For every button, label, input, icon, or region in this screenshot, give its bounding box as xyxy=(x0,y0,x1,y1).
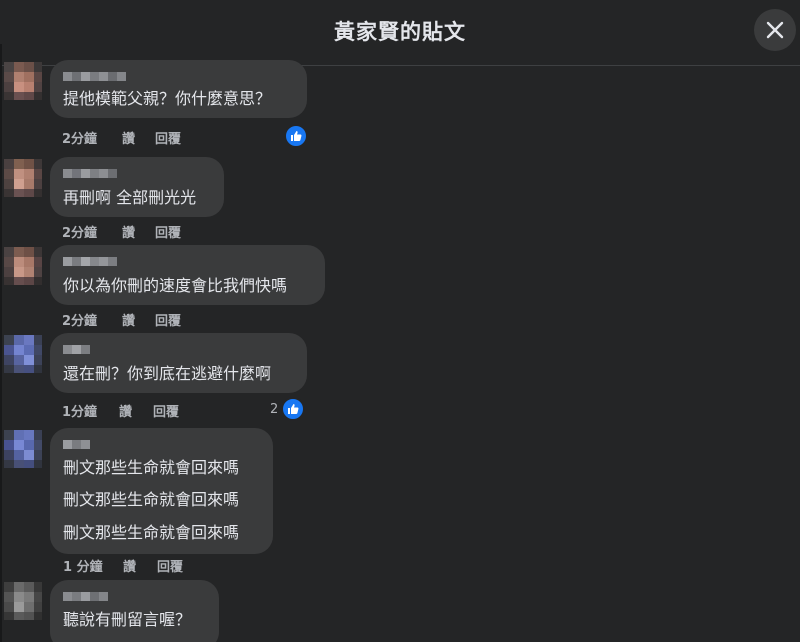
reply-button[interactable]: 回覆 xyxy=(157,556,183,575)
reply-button[interactable]: 回覆 xyxy=(153,401,179,420)
avatar[interactable] xyxy=(4,247,42,285)
blurred-author-name[interactable] xyxy=(63,69,133,81)
like-button[interactable]: 讚 xyxy=(122,128,135,147)
comment-text: 你以為你刪的速度會比我們快嗎 xyxy=(63,276,288,295)
comment-text: 再刪啊 全部刪光光 xyxy=(63,188,197,207)
comment-bubble: 還在刪？你到底在逃避什麼啊 xyxy=(50,333,307,393)
close-icon xyxy=(766,21,784,39)
close-button[interactable] xyxy=(754,9,796,51)
like-button[interactable]: 讚 xyxy=(122,310,135,329)
avatar[interactable] xyxy=(4,62,42,100)
comment-time[interactable]: 1分鐘 xyxy=(62,401,97,420)
comment-text-line: 刪文那些生命就會回來嗎 xyxy=(63,523,240,542)
comment-bubble: 再刪啊 全部刪光光 xyxy=(50,157,224,217)
blurred-author-name[interactable] xyxy=(63,589,111,601)
comment-time[interactable]: 2分鐘 xyxy=(62,128,97,147)
comment-text-line: 刪文那些生命就會回來嗎 xyxy=(63,458,240,477)
avatar[interactable] xyxy=(4,159,42,197)
dialog-title: 黃家賢的貼文 xyxy=(334,20,466,44)
like-button[interactable]: 讚 xyxy=(119,401,132,420)
comment-text-line: 刪文那些生命就會回來嗎 xyxy=(63,490,240,509)
scroll-edge xyxy=(0,44,2,642)
comment-bubble: 刪文那些生命就會回來嗎 刪文那些生命就會回來嗎 刪文那些生命就會回來嗎 xyxy=(50,428,273,554)
avatar[interactable] xyxy=(4,430,42,468)
blurred-author-name[interactable] xyxy=(63,254,117,266)
comment-text: 提他模範父親？你什麼意思？ xyxy=(63,89,272,108)
comment-bubble: 你以為你刪的速度會比我們快嗎 xyxy=(50,245,325,305)
like-reaction-icon xyxy=(281,397,305,421)
avatar[interactable] xyxy=(4,335,42,373)
avatar[interactable] xyxy=(4,582,42,620)
comment-time[interactable]: 2分鐘 xyxy=(62,310,97,329)
dialog-header: 黃家賢的貼文 xyxy=(0,0,800,66)
comment-text: 還在刪？你到底在逃避什麼啊 xyxy=(63,364,272,383)
like-button[interactable]: 讚 xyxy=(123,556,136,575)
comment-bubble: 提他模範父親？你什麼意思？ xyxy=(50,60,307,118)
reply-button[interactable]: 回覆 xyxy=(155,310,181,329)
reply-button[interactable]: 回覆 xyxy=(155,222,181,241)
comment-text: 聽說有刪留言喔？ xyxy=(63,610,192,629)
post-comments-dialog: 黃家賢的貼文 提他模範父親？你什麼意思？ 2分鐘 讚 回覆 再刪啊 全部刪光光 … xyxy=(0,0,800,642)
like-button[interactable]: 讚 xyxy=(122,222,135,241)
blurred-author-name[interactable] xyxy=(63,166,121,178)
like-reaction-icon xyxy=(284,124,308,148)
comment-bubble: 聽說有刪留言喔？ xyxy=(50,580,219,642)
reaction-count: 2 xyxy=(270,402,279,417)
comment-time[interactable]: 1 分鐘 xyxy=(63,556,103,575)
blurred-author-name[interactable] xyxy=(63,342,95,354)
comment-time[interactable]: 2分鐘 xyxy=(62,222,97,241)
blurred-author-name[interactable] xyxy=(63,437,97,449)
reply-button[interactable]: 回覆 xyxy=(155,128,181,147)
